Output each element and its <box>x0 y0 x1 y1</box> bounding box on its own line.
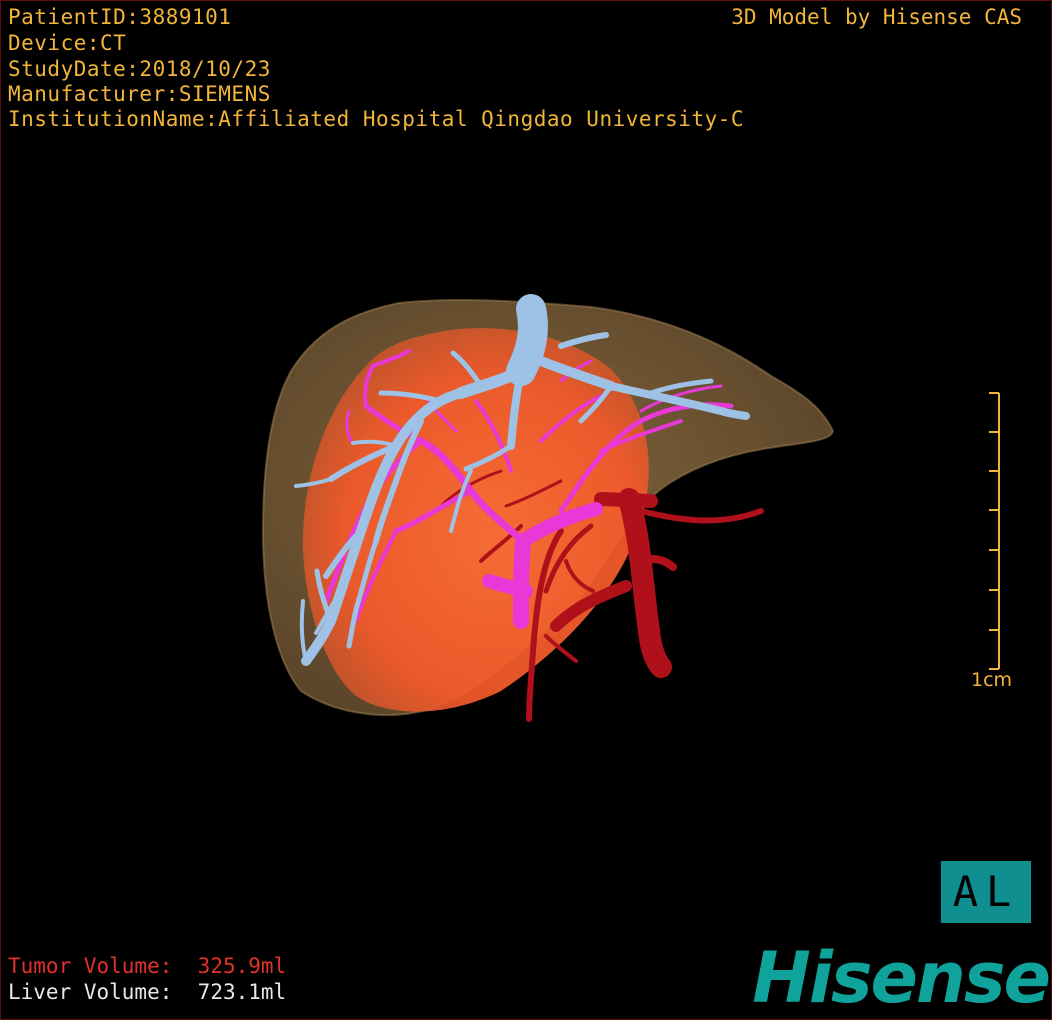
model-credit: 3D Model by Hisense CAS <box>731 5 1022 29</box>
liver-volume: Liver Volume: 723.1ml <box>8 979 286 1005</box>
3d-viewport[interactable]: PatientID:3889101 Device:CT StudyDate:20… <box>0 0 1052 1020</box>
scale-label: 1cm <box>971 669 1013 691</box>
institution-name: InstitutionName:Affiliated Hospital Qing… <box>8 107 745 131</box>
study-date: StudyDate:2018/10/23 <box>8 57 271 81</box>
liver-3d-model[interactable] <box>1 1 1052 1020</box>
orientation-indicator[interactable]: AL <box>941 861 1031 923</box>
patient-id: PatientID:3889101 <box>8 5 232 29</box>
tumor-volume: Tumor Volume: 325.9ml <box>8 953 286 979</box>
tumor-volume-label: Tumor Volume: <box>8 954 173 978</box>
liver-volume-value: 723.1ml <box>197 980 287 1004</box>
hisense-logo: Hisense <box>752 937 1051 1019</box>
tumor-volume-value: 325.9ml <box>197 954 287 978</box>
manufacturer: Manufacturer:SIEMENS <box>8 82 271 106</box>
liver-volume-label: Liver Volume: <box>8 980 173 1004</box>
device: Device:CT <box>8 31 127 55</box>
